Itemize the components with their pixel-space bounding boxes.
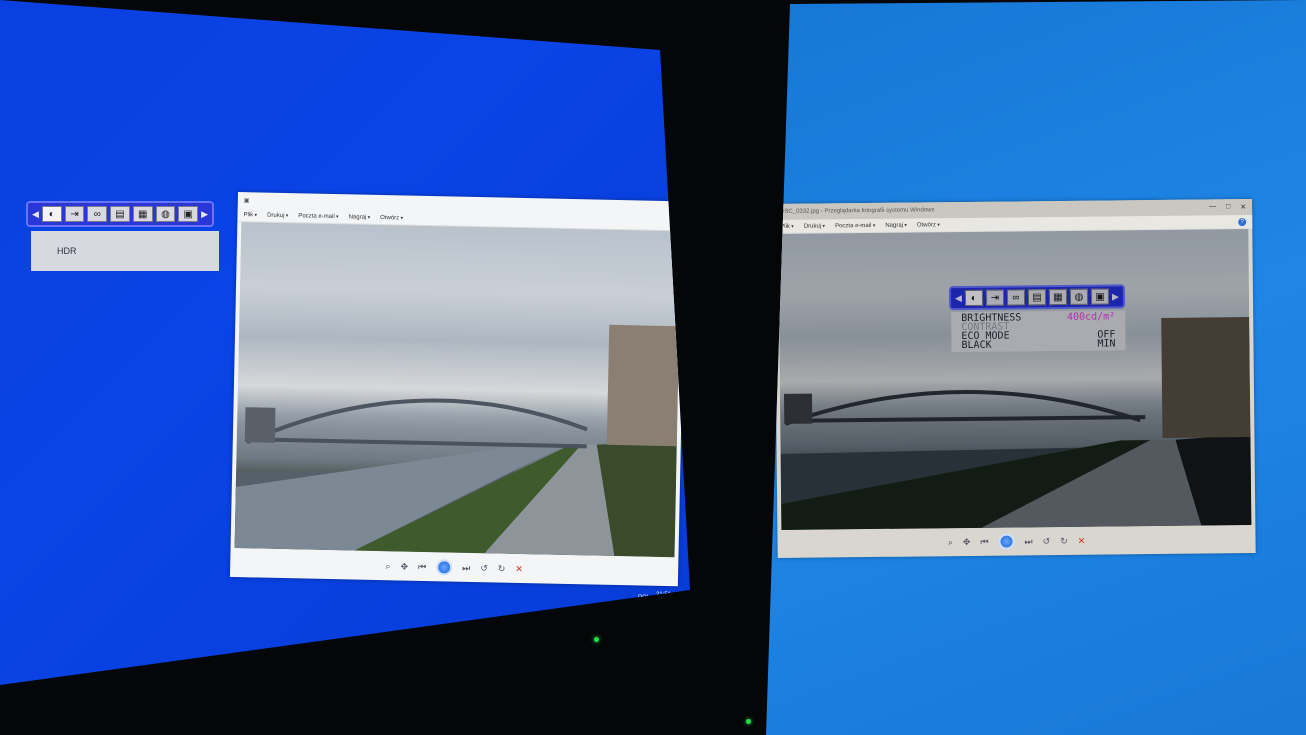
next-icon[interactable]: ⏭ (462, 562, 470, 573)
osd-toolbar: ◀ ◐ ⇥ ∞ ▤ ▦ ◍ ▣ ▶ (948, 284, 1126, 311)
osd-hdr-item[interactable]: HDR (57, 246, 77, 256)
photo-viewer-window: ▣ Plik Drukuj Poczta e-mail Nagraj Otwór… (229, 192, 686, 587)
help-icon[interactable]: ? (1238, 217, 1247, 226)
color-icon[interactable]: ∞ (87, 206, 108, 222)
osd-right-arrow-icon[interactable]: ▶ (1112, 291, 1119, 302)
zoom-icon[interactable]: ⌕ (948, 537, 953, 548)
photo-image (234, 222, 682, 558)
left-monitor-screen: ◀ ◐ ⇥ ∞ ▤ ▦ ◍ ▣ ▶ HDR ▣ Plik Drukuj Pocz… (0, 0, 690, 685)
pip-icon[interactable]: ◍ (155, 206, 176, 222)
language-indicator[interactable]: POL (638, 595, 650, 601)
menu-file[interactable]: Plik (243, 212, 257, 218)
right-monitor-screen: DSC_0332.jpg - Przeglądarka fotografii s… (766, 0, 1306, 735)
menu-burn[interactable]: Nagraj (885, 222, 907, 228)
app-icon: ▣ (243, 197, 250, 204)
right-power-led (746, 719, 751, 724)
photo-content (234, 324, 680, 558)
image-setup-icon[interactable]: ▤ (1027, 289, 1047, 306)
actual-size-icon[interactable]: ✥ (963, 536, 971, 547)
maximize-button[interactable]: □ (1226, 203, 1230, 211)
picture-icon[interactable]: ◐ (964, 289, 984, 307)
window-title: DSC_0332.jpg - Przeglądarka fotografii s… (780, 207, 935, 215)
osd-left-arrow-icon[interactable]: ◀ (955, 293, 962, 304)
delete-icon[interactable]: ✕ (515, 563, 523, 574)
color-icon[interactable]: ∞ (1006, 289, 1026, 306)
system-icon[interactable]: ▣ (1090, 288, 1110, 305)
previous-icon[interactable]: ⏮ (980, 536, 988, 547)
rotate-right-icon[interactable]: ↻ (1060, 535, 1068, 546)
menu-open[interactable]: Otwórz (917, 222, 940, 228)
next-icon[interactable]: ⏭ (1024, 536, 1032, 547)
rotate-left-icon[interactable]: ↺ (480, 563, 488, 574)
help-icon[interactable]: ? (671, 219, 680, 228)
osd-right-arrow-icon[interactable]: ▶ (201, 209, 208, 220)
photo-content (780, 317, 1252, 530)
pip-icon[interactable]: ◍ (1069, 288, 1089, 305)
menu-email[interactable]: Poczta e-mail (835, 222, 875, 228)
menu-open[interactable]: Otwórz (380, 214, 403, 220)
menu-burn[interactable]: Nagraj (349, 214, 371, 220)
menu-print[interactable]: Drukuj (267, 212, 288, 218)
display-icon[interactable]: ▦ (1048, 288, 1068, 306)
osd-panel: HDR (31, 231, 219, 271)
display-icon[interactable]: ▦ (132, 206, 153, 222)
rotate-left-icon[interactable]: ↺ (1043, 536, 1051, 547)
image-setup-icon[interactable]: ▤ (110, 206, 130, 222)
window-controls: — □ ✕ (1209, 203, 1246, 211)
minimize-button[interactable]: — (1209, 203, 1216, 211)
rotate-right-icon[interactable]: ↻ (498, 563, 506, 574)
photo-image: ◀ ◐ ⇥ ∞ ▤ ▦ ◍ ▣ ▶ BRIGHTNESS 400cd/m² CO… (778, 229, 1252, 530)
menu-email[interactable]: Poczta e-mail (298, 213, 338, 220)
slideshow-button[interactable] (998, 533, 1015, 550)
previous-icon[interactable]: ⏮ (418, 561, 426, 572)
osd-left-arrow-icon[interactable]: ◀ (32, 209, 39, 220)
left-power-led (594, 637, 599, 642)
menu-file[interactable]: Plik (780, 223, 794, 229)
picture-icon[interactable]: ◐ (41, 206, 62, 222)
viewer-controls: ⌕ ✥ ⏮ ⏭ ↺ ↻ ✕ (777, 525, 1255, 558)
input-icon[interactable]: ⇥ (985, 289, 1005, 306)
photo-viewer-window: DSC_0332.jpg - Przeglądarka fotografii s… (774, 198, 1256, 558)
clock[interactable]: 21:51 (656, 592, 671, 598)
close-button[interactable]: ✕ (1240, 203, 1246, 211)
osd-row-black[interactable]: BLACK MIN (961, 338, 1115, 351)
osd-toolbar: ◀ ◐ ⇥ ∞ ▤ ▦ ◍ ▣ ▶ (26, 201, 214, 227)
system-icon[interactable]: ▣ (178, 206, 199, 222)
input-icon[interactable]: ⇥ (64, 206, 85, 222)
menu-print[interactable]: Drukuj (804, 223, 825, 229)
slideshow-button[interactable] (435, 559, 453, 576)
zoom-icon[interactable]: ⌕ (385, 561, 390, 572)
osd-picture-panel: BRIGHTNESS 400cd/m² CONTRAST ECO MODE OF… (951, 310, 1126, 353)
actual-size-icon[interactable]: ✥ (400, 561, 408, 572)
delete-icon[interactable]: ✕ (1078, 535, 1086, 546)
